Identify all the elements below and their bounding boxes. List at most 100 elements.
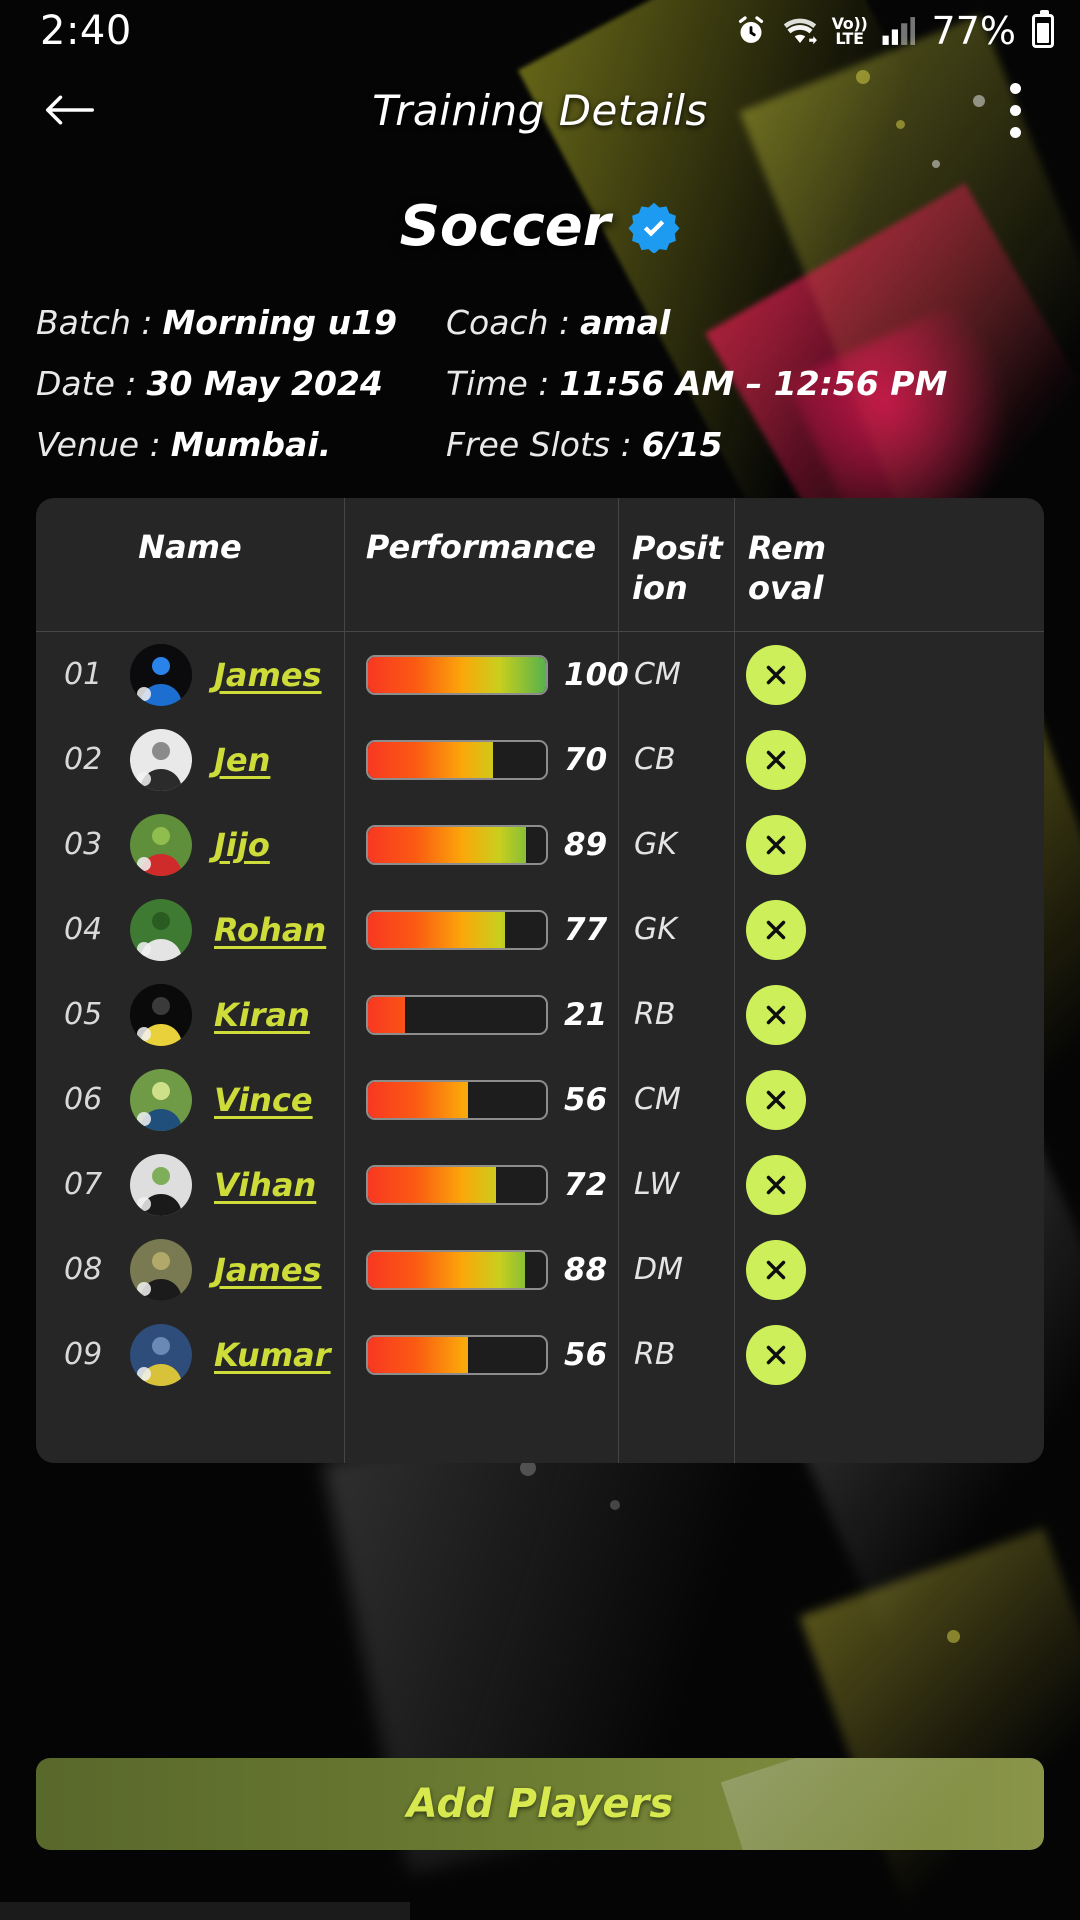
info-batch-label: Batch :	[36, 303, 153, 342]
table-row[interactable]: 09 Kumar 56 RB	[36, 1312, 1044, 1397]
performance-bar-fill	[368, 826, 527, 863]
removal-cell	[734, 972, 850, 1057]
info-time-label: Time :	[446, 364, 550, 403]
position-cell: LW	[618, 1142, 734, 1227]
player-avatar	[130, 898, 192, 961]
battery-icon	[1032, 10, 1054, 48]
player-name[interactable]: James	[214, 656, 322, 694]
table-row[interactable]: 01 James 100 CM	[36, 632, 1044, 717]
info-coach-label: Coach :	[446, 303, 571, 342]
remove-player-button[interactable]	[746, 814, 806, 875]
player-name[interactable]: Vince	[214, 1081, 313, 1119]
table-header-row: Name Performance Posit ion Rem oval	[36, 498, 1044, 632]
player-avatar	[130, 1238, 192, 1301]
removal-cell	[734, 887, 850, 972]
close-x-icon	[766, 750, 786, 769]
status-clock: 2:40	[40, 8, 132, 54]
remove-player-button[interactable]	[746, 1239, 806, 1300]
info-batch: Batch : Morning u19	[36, 303, 446, 342]
table-row[interactable]: 08 James 88 DM	[36, 1227, 1044, 1312]
player-avatar	[130, 983, 192, 1046]
player-position: RB	[634, 1337, 676, 1372]
removal-cell	[734, 802, 850, 887]
player-avatar	[130, 728, 192, 791]
close-x-icon	[766, 665, 786, 684]
table-row[interactable]: 04 Rohan 77 GK	[36, 887, 1044, 972]
players-table: Name Performance Posit ion Rem oval 01 Ja…	[36, 498, 1044, 1463]
close-x-icon	[766, 920, 786, 939]
player-name[interactable]: Vihan	[214, 1166, 316, 1204]
volte-icon: Vo)) LTE	[831, 13, 868, 48]
remove-player-button[interactable]	[746, 1324, 806, 1385]
page-title: Training Details	[372, 85, 708, 135]
overflow-menu-button[interactable]	[980, 67, 1050, 153]
add-players-button[interactable]: Add Players	[36, 1758, 1044, 1850]
performance-bar	[366, 1249, 548, 1290]
player-position: RB	[634, 997, 676, 1032]
player-name[interactable]: Jen	[214, 741, 270, 779]
close-x-icon	[766, 835, 786, 854]
performance-bar-fill	[368, 1251, 525, 1288]
remove-player-button[interactable]	[746, 729, 806, 790]
table-row[interactable]: 03 Jijo 89 GK	[36, 802, 1044, 887]
table-row[interactable]: 07 Vihan 72 LW	[36, 1142, 1044, 1227]
removal-cell	[734, 1227, 850, 1312]
player-name-cell: 02 Jen	[36, 717, 344, 802]
back-button[interactable]	[30, 70, 110, 150]
info-slots-label: Free Slots :	[446, 425, 632, 464]
removal-cell	[734, 632, 850, 717]
table-row[interactable]: 02 Jen 70 CB	[36, 717, 1044, 802]
info-venue-value: Mumbai.	[170, 425, 332, 464]
performance-cell: 77	[344, 887, 618, 972]
position-cell: GK	[618, 802, 734, 887]
performance-bar	[366, 1079, 548, 1120]
player-avatar	[130, 1068, 192, 1131]
performance-bar-fill	[368, 911, 506, 948]
table-row[interactable]: 05 Kiran 21 RB	[36, 972, 1044, 1057]
player-name[interactable]: Jijo	[214, 826, 270, 864]
performance-cell: 21	[344, 972, 618, 1057]
back-arrow-icon	[46, 95, 94, 125]
player-position: GK	[634, 827, 677, 862]
info-venue: Venue : Mumbai.	[36, 425, 446, 464]
player-name[interactable]: Kumar	[214, 1336, 331, 1374]
close-x-icon	[766, 1005, 786, 1024]
player-name-cell: 06 Vince	[36, 1057, 344, 1142]
performance-bar-fill	[368, 656, 546, 693]
kebab-menu-icon	[1009, 82, 1021, 94]
position-cell: GK	[618, 887, 734, 972]
player-name-cell: 09 Kumar	[36, 1312, 344, 1397]
player-name[interactable]: James	[214, 1251, 322, 1289]
remove-player-button[interactable]	[746, 984, 806, 1045]
row-index: 01	[64, 657, 103, 692]
performance-bar-fill	[368, 1081, 468, 1118]
performance-bar	[366, 909, 548, 950]
performance-cell: 56	[344, 1312, 618, 1397]
info-coach-value: amal	[580, 303, 671, 342]
row-index: 06	[64, 1082, 103, 1117]
position-cell: CM	[618, 632, 734, 717]
remove-player-button[interactable]	[746, 1154, 806, 1215]
info-date-value: 30 May 2024	[146, 364, 383, 403]
remove-player-button[interactable]	[746, 644, 806, 705]
performance-cell: 72	[344, 1142, 618, 1227]
performance-bar	[366, 739, 548, 780]
status-bar: 2:40 Vo)) LTE 77%	[0, 0, 1080, 62]
player-name[interactable]: Kiran	[214, 996, 310, 1034]
column-header-removal-line1: Rem	[748, 529, 827, 567]
table-row[interactable]: 06 Vince 56 CM	[36, 1057, 1044, 1142]
sport-title-row: Soccer	[0, 194, 1080, 259]
remove-player-button[interactable]	[746, 899, 806, 960]
player-position: GK	[634, 912, 677, 947]
player-name[interactable]: Rohan	[214, 911, 326, 949]
remove-player-button[interactable]	[746, 1069, 806, 1130]
column-header-position-line2: ion	[632, 569, 688, 607]
alarm-icon	[734, 14, 768, 48]
position-cell: CB	[618, 717, 734, 802]
performance-cell: 88	[344, 1227, 618, 1312]
removal-cell	[734, 717, 850, 802]
close-x-icon	[766, 1175, 786, 1194]
player-position: LW	[634, 1167, 680, 1202]
player-name-cell: 03 Jijo	[36, 802, 344, 887]
column-header-position: Posit ion	[618, 498, 734, 632]
